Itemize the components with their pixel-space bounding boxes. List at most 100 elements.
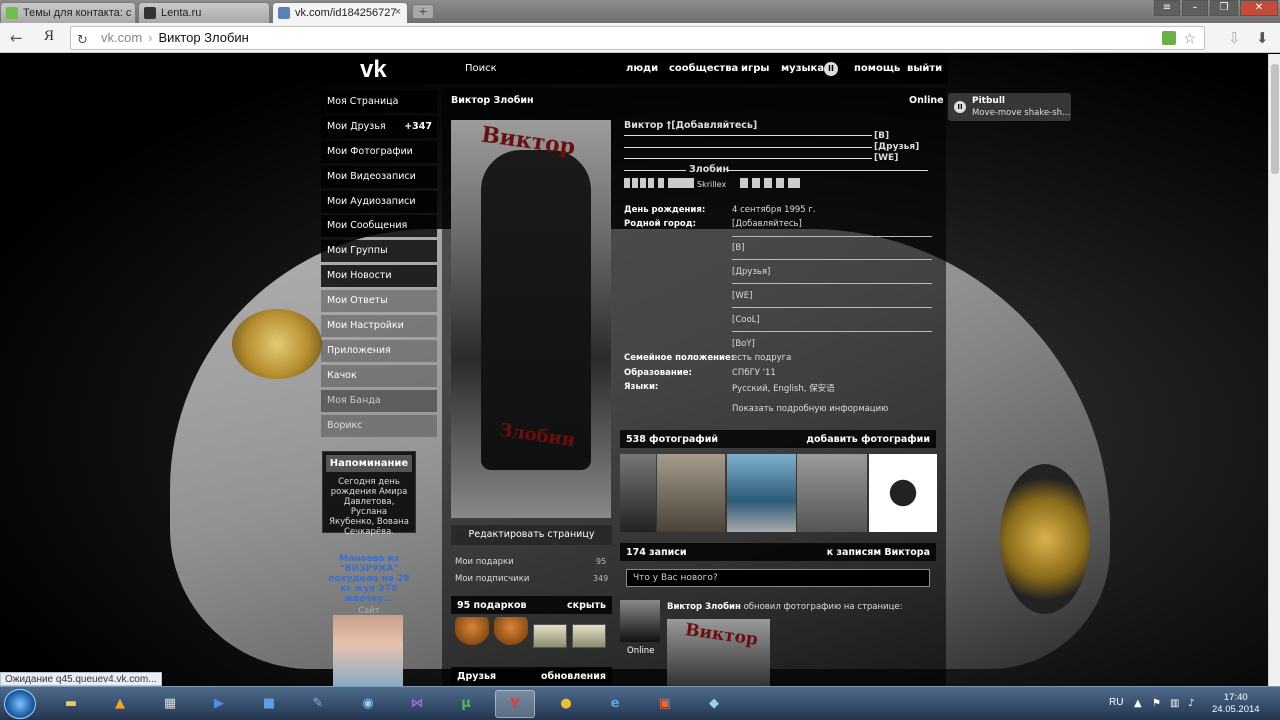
tab-lenta[interactable]: Lenta.ru — [138, 2, 270, 23]
post-author-name[interactable]: Виктор Злобин — [667, 602, 741, 612]
avast-icon[interactable]: ▲ — [100, 690, 140, 718]
edit-page-button[interactable]: Редактировать страницу — [451, 525, 612, 545]
to-victor-posts-link[interactable]: к записям Виктора — [827, 547, 930, 558]
camera-app-icon[interactable]: ▣ — [645, 690, 685, 718]
media-center-icon[interactable]: ▦ — [150, 690, 190, 718]
games-link[interactable]: игры — [741, 63, 769, 74]
post-author-avatar[interactable] — [620, 600, 660, 642]
info-value[interactable]: 4 сентября 1995 г. — [732, 205, 816, 215]
daemon-player-icon[interactable]: ▶ — [199, 690, 239, 718]
menu-voriks[interactable]: Ворикс — [321, 414, 437, 437]
menu-kachok[interactable]: Качок — [321, 364, 437, 387]
communities-link[interactable]: сообщества — [669, 63, 738, 74]
help-link[interactable]: помощь — [854, 63, 900, 74]
close-tab-icon[interactable]: × — [395, 6, 401, 18]
tab-vk-profile[interactable]: vk.com/id184256727 × — [272, 2, 408, 23]
photos-count-link[interactable]: 538 фотографий — [626, 434, 718, 445]
internet-explorer-icon[interactable]: e — [595, 690, 635, 718]
explorer-folder-icon[interactable]: ▬ — [51, 690, 91, 718]
address-bar[interactable]: ↻ vk.com › Виктор Злобин ☆ — [70, 26, 1205, 50]
pause-icon[interactable]: II — [824, 62, 838, 76]
menu-my-gang[interactable]: Моя Банда — [321, 389, 437, 412]
menu-icon[interactable]: ≡ — [1154, 0, 1180, 16]
pause-icon[interactable]: II — [954, 101, 966, 113]
photo-thumbnail[interactable] — [869, 454, 937, 532]
utorrent-icon[interactable]: μ — [446, 690, 486, 718]
show-hidden-icons[interactable]: ▲ — [1134, 698, 1142, 709]
people-link[interactable]: люди — [626, 63, 658, 74]
translate-icon[interactable] — [1162, 31, 1176, 45]
post-photo[interactable]: Виктор — [667, 619, 770, 686]
menu-my-friends[interactable]: Мои Друзья +347 — [321, 115, 437, 138]
keyboard-language-indicator[interactable]: RU — [1109, 697, 1123, 708]
posts-count[interactable]: 174 записи — [626, 547, 687, 558]
action-center-flag-icon[interactable]: ⚑ — [1152, 698, 1161, 709]
photo-thumbnail[interactable] — [657, 454, 725, 532]
speaker-app-icon[interactable]: ◉ — [348, 690, 388, 718]
my-followers-link[interactable]: Мои подписчики — [455, 574, 529, 584]
system-clock[interactable]: 17:40 24.05.2014 — [1212, 692, 1260, 716]
search-link[interactable]: Поиск — [465, 63, 497, 74]
ad-title[interactable]: Манаева из "ВИЗРУКА" похудела на 28 кг ж… — [322, 554, 416, 604]
menu-my-audio[interactable]: Мои Аудиозаписи — [321, 190, 437, 213]
photo-thumbnail[interactable] — [620, 454, 656, 532]
vk-logo[interactable]: vk — [360, 56, 387, 84]
my-gifts-link[interactable]: Мои подарки — [455, 557, 514, 567]
menu-my-photos[interactable]: Мои Фотографии — [321, 140, 437, 163]
start-button[interactable] — [4, 689, 36, 719]
close-window-icon[interactable]: ✕ — [1240, 0, 1278, 16]
add-photos-link[interactable]: добавить фотографии — [806, 434, 930, 445]
yandex-browser-icon[interactable]: Y — [495, 690, 535, 718]
menu-my-page[interactable]: Моя Страница — [321, 91, 437, 113]
search-tool-icon[interactable]: ✎ — [298, 690, 338, 718]
gifts-hide-link[interactable]: скрыть — [567, 600, 606, 611]
new-tab-button[interactable]: + — [412, 4, 434, 19]
menu-my-groups[interactable]: Мои Группы — [321, 240, 437, 263]
music-link[interactable]: музыка — [781, 63, 824, 74]
restore-icon[interactable]: ❐ — [1210, 0, 1238, 16]
volume-icon[interactable]: ♪ — [1188, 698, 1194, 709]
scrollbar-thumb[interactable] — [1271, 64, 1279, 174]
gift-money-1[interactable] — [533, 624, 567, 648]
visual-studio-icon[interactable]: ⋈ — [397, 690, 437, 718]
gift-ribbon-1[interactable] — [455, 617, 489, 651]
back-icon[interactable]: ← — [10, 29, 23, 47]
photo-thumbnail[interactable] — [797, 454, 867, 532]
gifts-header-title[interactable]: 95 подарков — [457, 600, 527, 611]
menu-my-news[interactable]: Мои Новости — [321, 265, 437, 288]
notes-app-icon[interactable]: ◆ — [694, 690, 734, 718]
yandex-button[interactable]: Я — [44, 28, 54, 45]
chrome-icon[interactable]: ● — [546, 690, 586, 718]
downloads-icon[interactable]: ⬇ — [1256, 29, 1269, 47]
reminder-text[interactable]: Сегодня день рождения Амира Давлетова, Р… — [323, 475, 415, 539]
download-arrow-icon[interactable]: ⇩ — [1228, 29, 1241, 47]
menu-apps[interactable]: Приложения — [321, 339, 437, 362]
reload-icon[interactable]: ↻ — [77, 30, 88, 52]
network-icon[interactable]: ■ — [249, 690, 289, 718]
tab-title: vk.com/id184256727 — [295, 7, 397, 19]
photo-thumbnail[interactable] — [727, 454, 796, 532]
info-value[interactable]: СПбГУ '11 — [732, 368, 776, 378]
menu-my-answers[interactable]: Мои Ответы — [321, 290, 437, 313]
friends-header-title[interactable]: Друзья — [457, 671, 496, 682]
info-value[interactable]: [Добавляйтесь] — [732, 219, 802, 229]
show-more-info-link[interactable]: Показать подробную информацию — [732, 404, 888, 414]
bookmark-star-icon[interactable]: ☆ — [1183, 27, 1196, 49]
tab-temy[interactable]: Темы для контакта: с — [0, 2, 136, 23]
advertisement[interactable]: Манаева из "ВИЗРУКА" похудела на 28 кг ж… — [322, 554, 416, 616]
friends-updates-link[interactable]: обновления — [541, 671, 606, 682]
profile-avatar[interactable]: Виктор Злобин — [451, 120, 611, 518]
ad-image[interactable] — [333, 615, 403, 686]
info-value[interactable]: есть подруга — [732, 353, 791, 363]
menu-my-messages[interactable]: Мои Сообщения — [321, 215, 437, 238]
minimize-icon[interactable]: – — [1182, 0, 1208, 16]
logout-link[interactable]: выйти — [907, 63, 942, 74]
new-post-input[interactable]: Что у Вас нового? — [626, 569, 930, 587]
network-tray-icon[interactable]: ▥ — [1170, 698, 1179, 709]
gift-money-2[interactable] — [572, 624, 606, 648]
menu-my-settings[interactable]: Мои Настройки — [321, 315, 437, 338]
page-scrollbar[interactable] — [1268, 54, 1280, 686]
gift-ribbon-2[interactable] — [494, 617, 528, 651]
audio-player-widget[interactable]: II Pitbull Move-move shake-sh... — [948, 93, 1071, 121]
menu-my-videos[interactable]: Мои Видеозаписи — [321, 165, 437, 188]
